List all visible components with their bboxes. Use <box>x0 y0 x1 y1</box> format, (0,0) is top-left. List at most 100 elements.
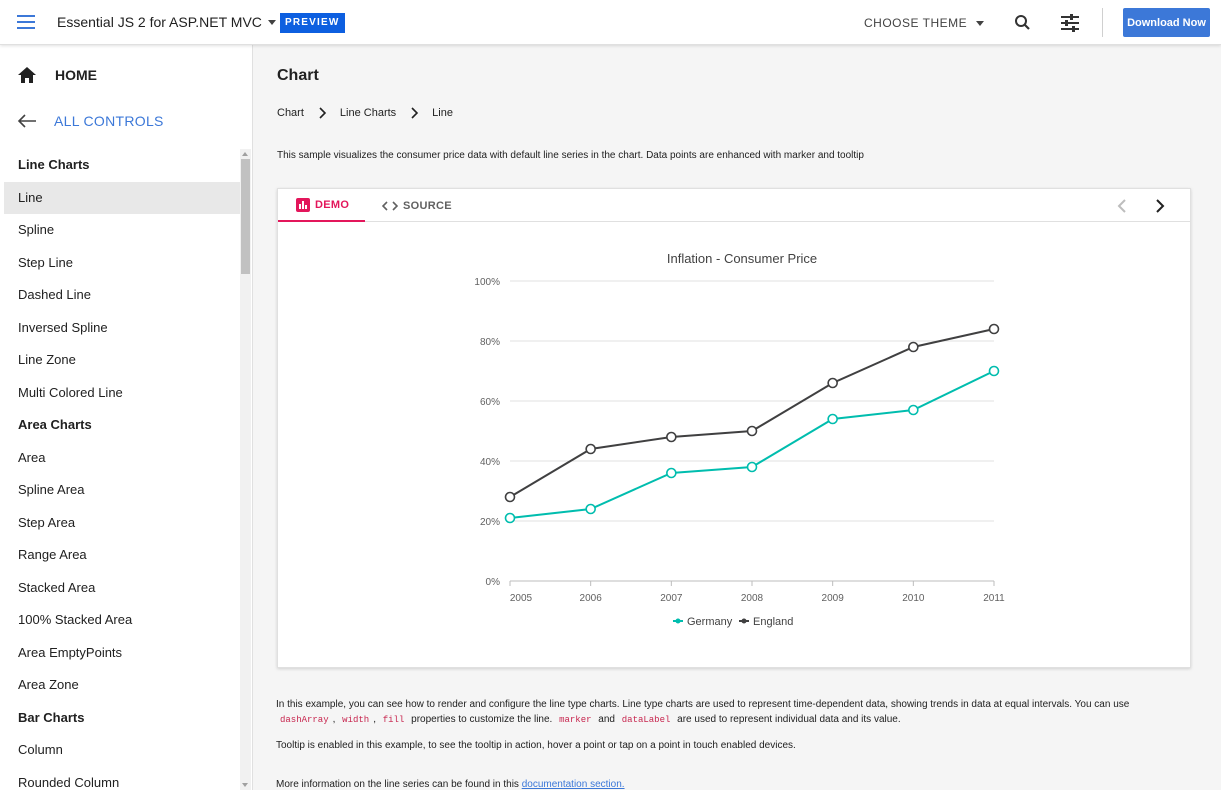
info-paragraph-3: More information on the line series can … <box>276 777 625 790</box>
header-divider <box>1102 8 1103 37</box>
code-icon <box>382 200 398 211</box>
sidebar-item[interactable]: Range Area <box>4 539 240 572</box>
product-selector[interactable]: Essential JS 2 for ASP.NET MVC <box>57 14 276 30</box>
code-datalabel: dataLabel <box>621 715 671 725</box>
caret-down-icon <box>267 19 276 25</box>
sidebar-item[interactable]: Stacked Area <box>4 572 240 605</box>
legend-label: England <box>753 616 793 628</box>
chevron-right-icon <box>411 107 419 119</box>
chevron-right-icon <box>319 107 327 119</box>
sidebar-item[interactable]: Line Zone <box>4 344 240 377</box>
sidebar-item[interactable]: Area <box>4 442 240 475</box>
x-tick-label: 2009 <box>822 593 845 604</box>
code-dasharray: dashArray <box>280 715 329 725</box>
product-name: Essential JS 2 for ASP.NET MVC <box>57 14 262 30</box>
hamburger-menu-icon[interactable] <box>17 15 35 29</box>
sidebar-item[interactable]: Step Area <box>4 507 240 540</box>
sidebar-item[interactable]: Multi Colored Line <box>4 377 240 410</box>
sidebar-item[interactable]: Dashed Line <box>4 279 240 312</box>
scrollbar-thumb[interactable] <box>241 159 250 274</box>
home-label: HOME <box>55 67 97 83</box>
scroll-down-icon[interactable] <box>242 783 248 787</box>
sample-description: This sample visualizes the consumer pric… <box>277 150 864 161</box>
breadcrumb-item[interactable]: Chart <box>277 107 304 119</box>
info-paragraph-2: Tooltip is enabled in this example, to s… <box>276 740 796 751</box>
sidebar-scrollbar[interactable] <box>240 149 251 790</box>
info-text: , <box>373 714 376 725</box>
data-point-england <box>746 425 758 437</box>
sidebar-nav-list: Line Charts Line Spline Step Line Dashed Lin… <box>4 149 240 790</box>
preview-badge: PREVIEW <box>280 13 345 33</box>
chart-icon <box>296 197 310 212</box>
data-point-england <box>988 323 1000 335</box>
chart-container: Inflation - Consumer Price 0% 20% 40% 60% 80%… <box>278 223 1190 667</box>
x-tick-label: 2008 <box>741 593 764 604</box>
choose-theme-label: CHOOSE THEME <box>864 16 968 30</box>
sidebar-item[interactable]: Spline <box>4 214 240 247</box>
data-point-england <box>666 431 677 443</box>
data-point-germany <box>827 413 838 425</box>
y-tick-label: 20% <box>480 517 500 528</box>
sidebar-item[interactable]: Area EmptyPoints <box>4 637 240 670</box>
sidebar: HOME ALL CONTROLS Line Charts Line Spline S… <box>0 45 253 790</box>
tab-demo-label: DEMO <box>315 198 350 211</box>
sidebar-group-header: Bar Charts <box>18 709 85 725</box>
info-text: properties to customize the line. <box>411 714 553 725</box>
sidebar-item[interactable]: Spline Area <box>4 474 240 507</box>
legend-label: Germany <box>687 616 733 628</box>
info-text: In this example, you can see how to rend… <box>276 699 1130 710</box>
top-header: Essential JS 2 for ASP.NET MVC PREVIEW C… <box>0 0 1221 45</box>
next-sample-icon[interactable] <box>1152 198 1168 214</box>
data-point-germany <box>585 503 596 515</box>
data-point-germany <box>988 365 1000 377</box>
sidebar-item[interactable]: Inversed Spline <box>4 312 240 345</box>
sidebar-group-header: Line Charts <box>18 157 90 172</box>
choose-theme-dropdown[interactable]: CHOOSE THEME <box>864 16 985 30</box>
tab-source[interactable]: SOURCE <box>382 189 452 222</box>
download-now-button[interactable]: Download Now <box>1123 8 1210 37</box>
x-tick-label: 2011 <box>983 593 1005 604</box>
sidebar-item[interactable]: Column <box>4 734 240 767</box>
breadcrumb: Chart Line Charts Line <box>277 107 453 119</box>
all-controls-link[interactable]: ALL CONTROLS <box>17 113 164 129</box>
sidebar-item[interactable]: Step Line <box>4 247 240 280</box>
sidebar-item[interactable]: Rounded Column <box>4 767 240 790</box>
data-point-england <box>908 341 919 353</box>
line-chart: Inflation - Consumer Price 0% 20% 40% 60% 80%… <box>474 251 1005 628</box>
arrow-back-icon <box>17 114 36 128</box>
tab-demo[interactable]: DEMO <box>278 189 365 222</box>
info-paragraph-1: In this example, you can see how to rend… <box>276 697 1186 728</box>
previous-sample-icon[interactable] <box>1114 198 1130 214</box>
x-tick-label: 2007 <box>660 593 683 604</box>
chart-title: Inflation - Consumer Price <box>667 251 817 266</box>
series-line-germany <box>509 370 995 519</box>
all-controls-label: ALL CONTROLS <box>54 113 164 129</box>
sidebar-item[interactable]: Area Zone <box>4 669 240 702</box>
y-tick-label: 0% <box>486 577 501 588</box>
page-title: Chart <box>277 67 319 84</box>
data-point-germany <box>746 461 758 473</box>
demo-source-tabs: DEMO SOURCE <box>278 189 1190 222</box>
code-marker: marker <box>559 715 592 725</box>
info-text: , <box>332 714 336 725</box>
y-tick-label: 100% <box>474 277 500 288</box>
home-icon <box>18 67 36 83</box>
demo-card: DEMO SOURCE Inflation - Consumer Price 0%… <box>277 188 1191 668</box>
breadcrumb-item[interactable]: Line Charts <box>340 107 396 119</box>
scroll-up-icon[interactable] <box>242 152 248 156</box>
sidebar-group-header: Area Charts <box>18 417 92 432</box>
sidebar-item[interactable]: Line <box>4 181 240 214</box>
documentation-link[interactable]: documentation section. <box>522 779 625 790</box>
data-point-england <box>827 377 838 389</box>
home-link[interactable]: HOME <box>17 66 97 84</box>
legend-marker <box>675 618 681 624</box>
data-point-germany <box>666 467 677 479</box>
info-text: are used to represent individual data an… <box>677 714 901 725</box>
tab-source-label: SOURCE <box>403 199 452 212</box>
search-icon[interactable] <box>1012 12 1034 34</box>
x-tick-label: 2006 <box>580 593 603 604</box>
data-point-england <box>504 491 516 503</box>
sidebar-item[interactable]: 100% Stacked Area <box>4 604 240 637</box>
legend-marker <box>741 618 747 624</box>
settings-sliders-icon[interactable] <box>1059 12 1081 34</box>
